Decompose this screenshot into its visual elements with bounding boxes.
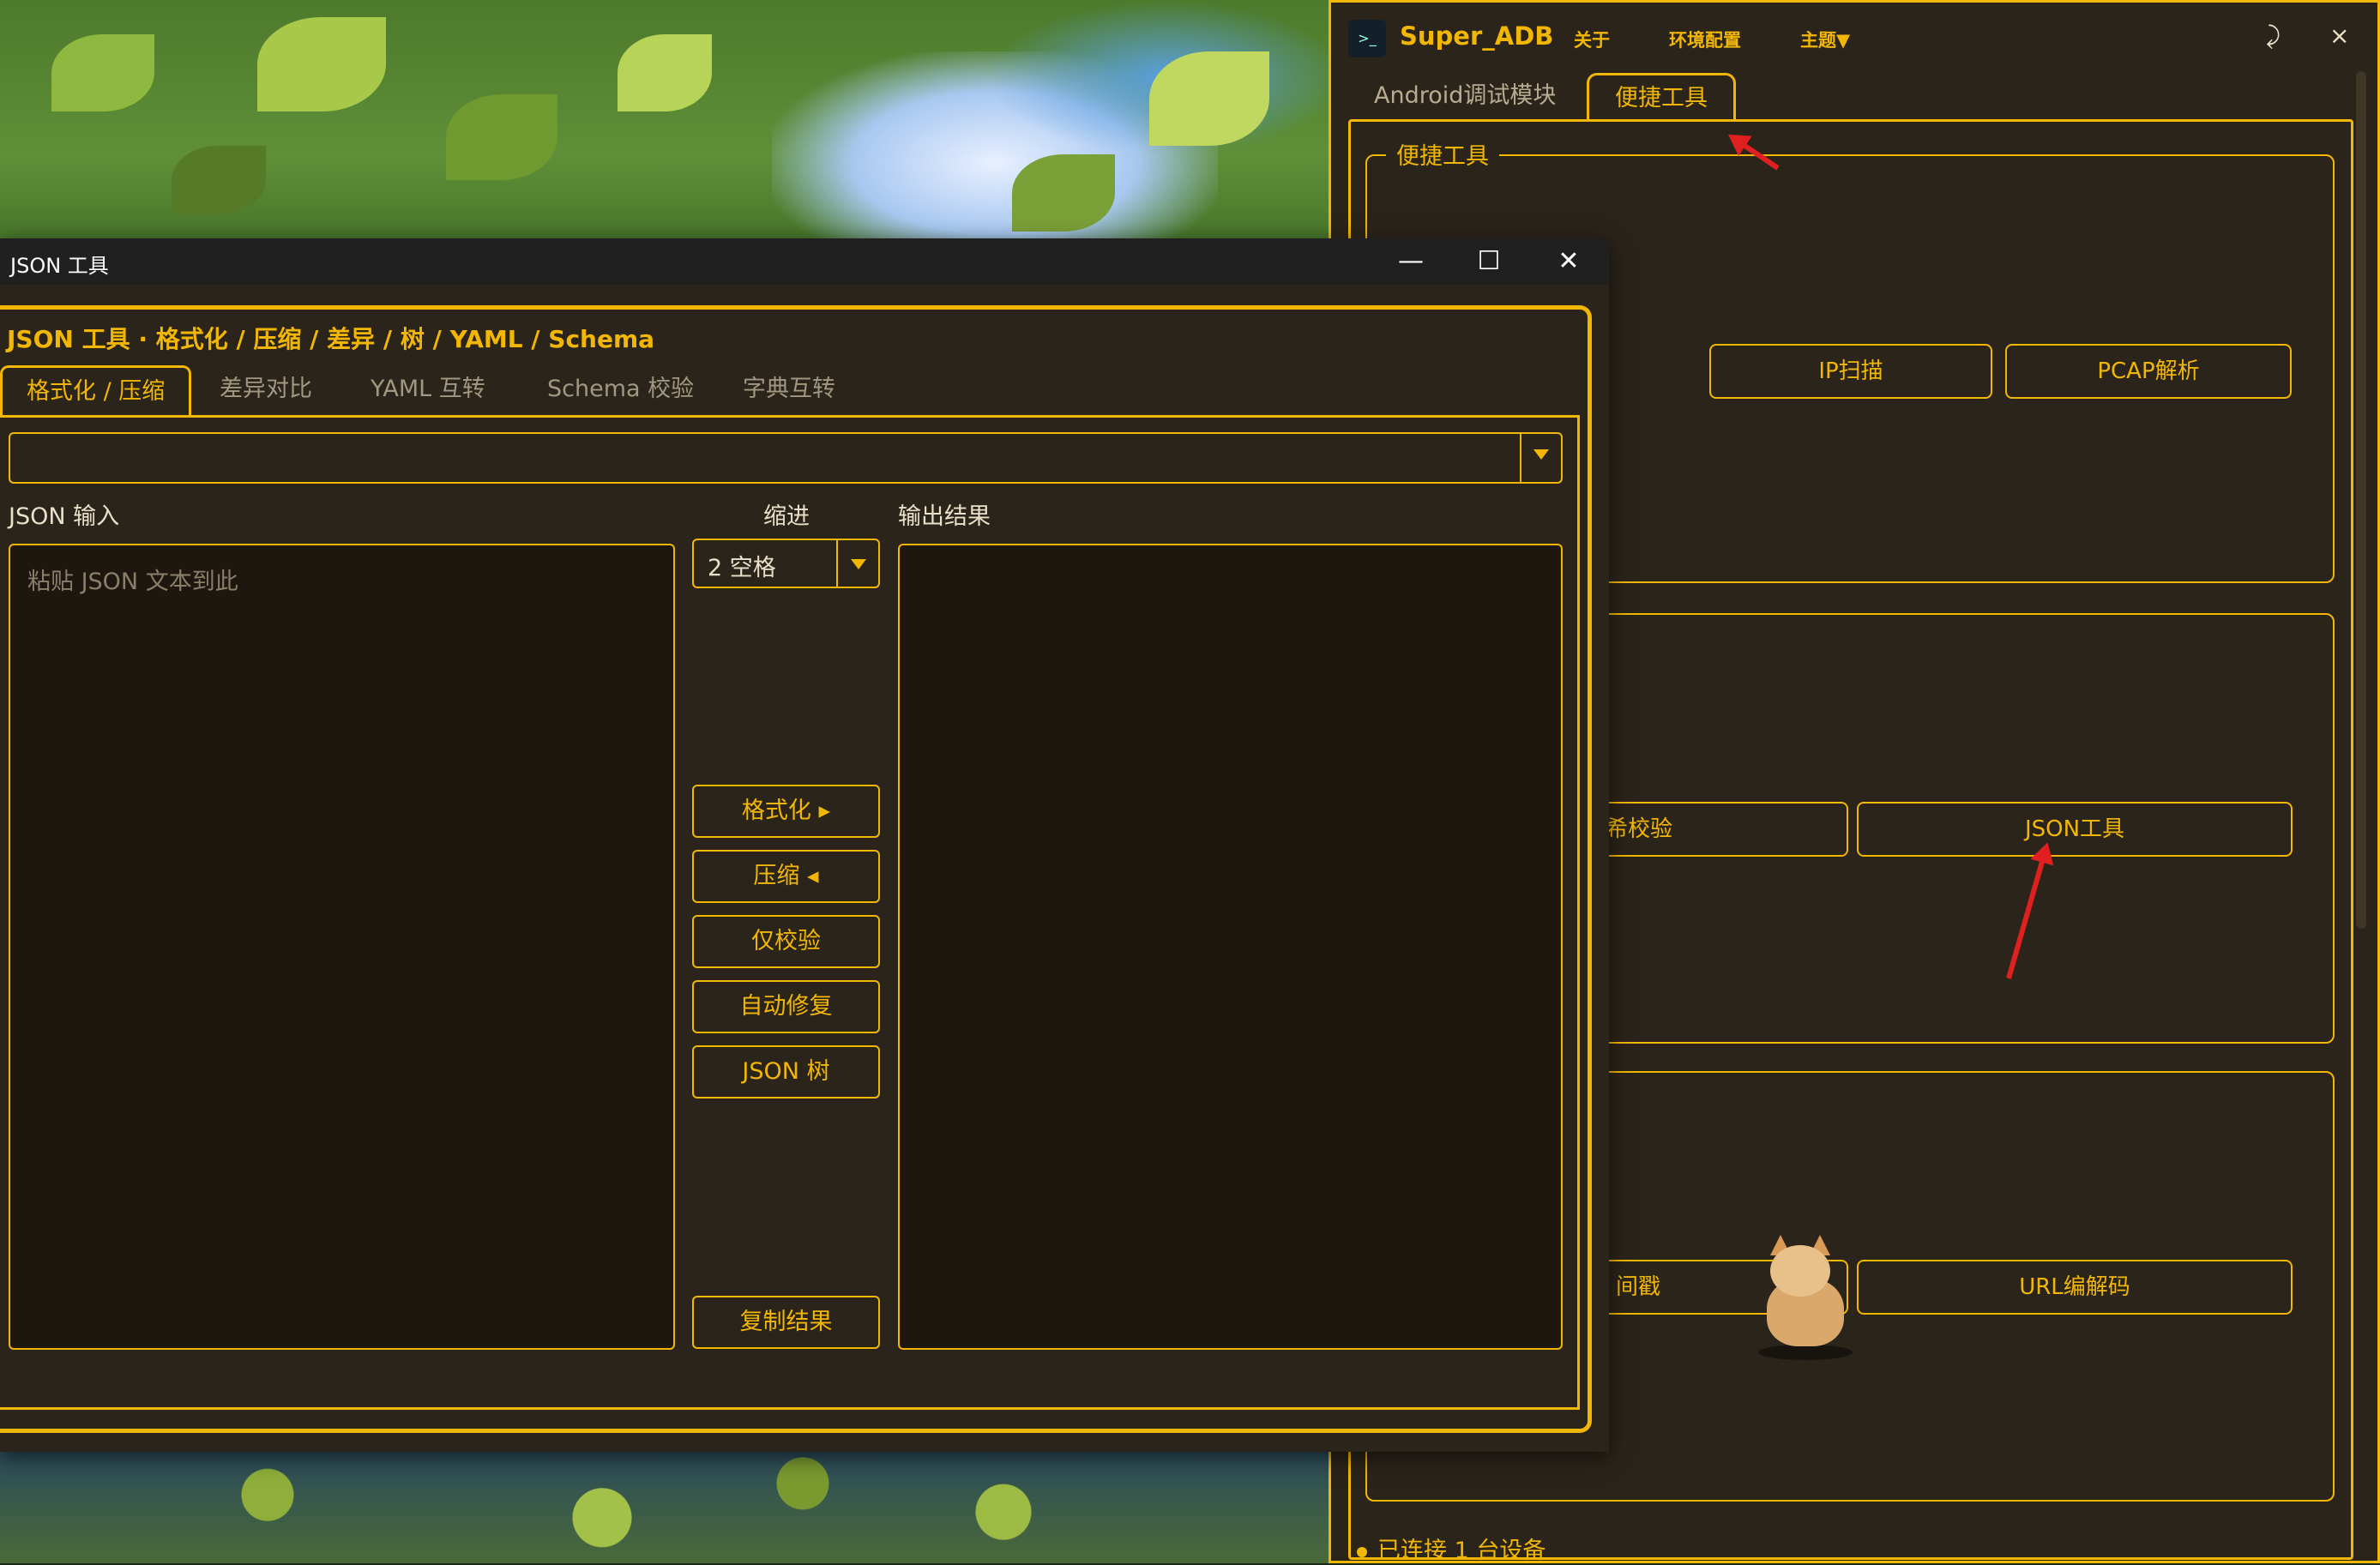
close-icon[interactable]: × [2329, 21, 2349, 50]
wallpaper-leaf [1149, 51, 1269, 146]
tab-yaml[interactable]: YAML 互转 [346, 365, 509, 415]
scrollbar-thumb[interactable] [2356, 71, 2366, 929]
menu-env-config[interactable]: 环境配置 [1669, 27, 1741, 52]
select-separator [836, 540, 838, 587]
close-icon[interactable]: ✕ [1530, 238, 1607, 285]
window-title: JSON 工具 [10, 254, 109, 278]
status-dot-icon [1357, 1546, 1367, 1557]
input-label: JSON 输入 [9, 503, 120, 530]
wallpaper-leaf [446, 94, 557, 180]
menu-about[interactable]: 关于 [1574, 27, 1610, 52]
cat-shadow [1758, 1345, 1853, 1360]
wallpaper-grapes [0, 1449, 1338, 1563]
app-logo-icon: >_ [1348, 20, 1386, 57]
copy-result-button[interactable]: 复制结果 [692, 1296, 880, 1349]
tab-diff[interactable]: 差异对比 [196, 365, 336, 415]
json-input-field[interactable]: 粘贴 JSON 文本到此 [9, 544, 675, 1350]
cat-head [1770, 1245, 1830, 1297]
scrollbar[interactable] [2354, 71, 2370, 1478]
app-name: Super_ADB [1400, 21, 1554, 51]
indent-label: 缩进 [763, 503, 810, 530]
wallpaper-leaf [1012, 154, 1115, 232]
chevron-down-icon[interactable] [851, 559, 866, 569]
desktop-pet-cat[interactable] [1758, 1235, 1861, 1363]
wallpaper-leaf [51, 34, 154, 111]
wallpaper-leaf [618, 34, 712, 111]
wallpaper-leaf [257, 17, 386, 111]
group-title: 便捷工具 [1386, 137, 1499, 171]
chevron-down-icon[interactable] [1533, 449, 1549, 460]
tab-quick-tools[interactable]: 便捷工具 [1587, 73, 1736, 119]
indent-select[interactable]: 2 空格 [692, 539, 880, 588]
url-codec-button[interactable]: URL编解码 [1857, 1260, 2293, 1315]
status-text: 已连接 1 台设备 [1377, 1538, 1546, 1564]
compress-button[interactable]: 压缩 ◂ [692, 850, 880, 903]
validate-button[interactable]: 仅校验 [692, 915, 880, 968]
hash-check-button[interactable]: 希校验 [1588, 802, 1848, 857]
input-placeholder: 粘贴 JSON 文本到此 [27, 569, 238, 595]
page-title: JSON 工具 · 格式化 / 压缩 / 差异 / 树 / YAML / Sch… [7, 325, 655, 353]
tab-dict[interactable]: 字典互转 [719, 365, 859, 415]
json-tool-button[interactable]: JSON工具 [1857, 802, 2293, 857]
output-label: 输出结果 [898, 503, 991, 530]
history-dropdown[interactable] [9, 432, 1563, 484]
dropdown-separator [1520, 434, 1521, 482]
menu-theme[interactable]: 主题▼ [1800, 27, 1850, 52]
auto-fix-button[interactable]: 自动修复 [692, 980, 880, 1033]
indent-value: 2 空格 [708, 555, 776, 581]
minimize-icon[interactable]: — [1372, 238, 1449, 285]
format-button[interactable]: 格式化 ▸ [692, 785, 880, 838]
json-window-titlebar: JSON 工具 — ☐ ✕ [0, 238, 1609, 285]
pin-icon[interactable]: ⤸ [2266, 21, 2281, 51]
pcap-parse-button[interactable]: PCAP解析 [2005, 344, 2292, 399]
tab-android-debug[interactable]: Android调试模块 [1348, 73, 1582, 119]
tab-format-compress[interactable]: 格式化 / 压缩 [0, 365, 192, 415]
json-output-field[interactable] [898, 544, 1563, 1350]
ip-scan-button[interactable]: IP扫描 [1709, 344, 1992, 399]
tab-schema[interactable]: Schema 校验 [523, 365, 718, 415]
json-tree-button[interactable]: JSON 树 [692, 1045, 880, 1099]
maximize-icon[interactable]: ☐ [1450, 238, 1527, 285]
super-adb-titlebar: >_ Super_ADB 关于 环境配置 主题▼ ⤸ × [1331, 3, 2377, 71]
connection-status: 已连接 1 台设备 [1357, 1532, 1545, 1565]
wallpaper-leaf [172, 146, 266, 214]
json-tool-window: JSON 工具 — ☐ ✕ JSON 工具 · 格式化 / 压缩 / 差异 / … [0, 238, 1609, 1452]
